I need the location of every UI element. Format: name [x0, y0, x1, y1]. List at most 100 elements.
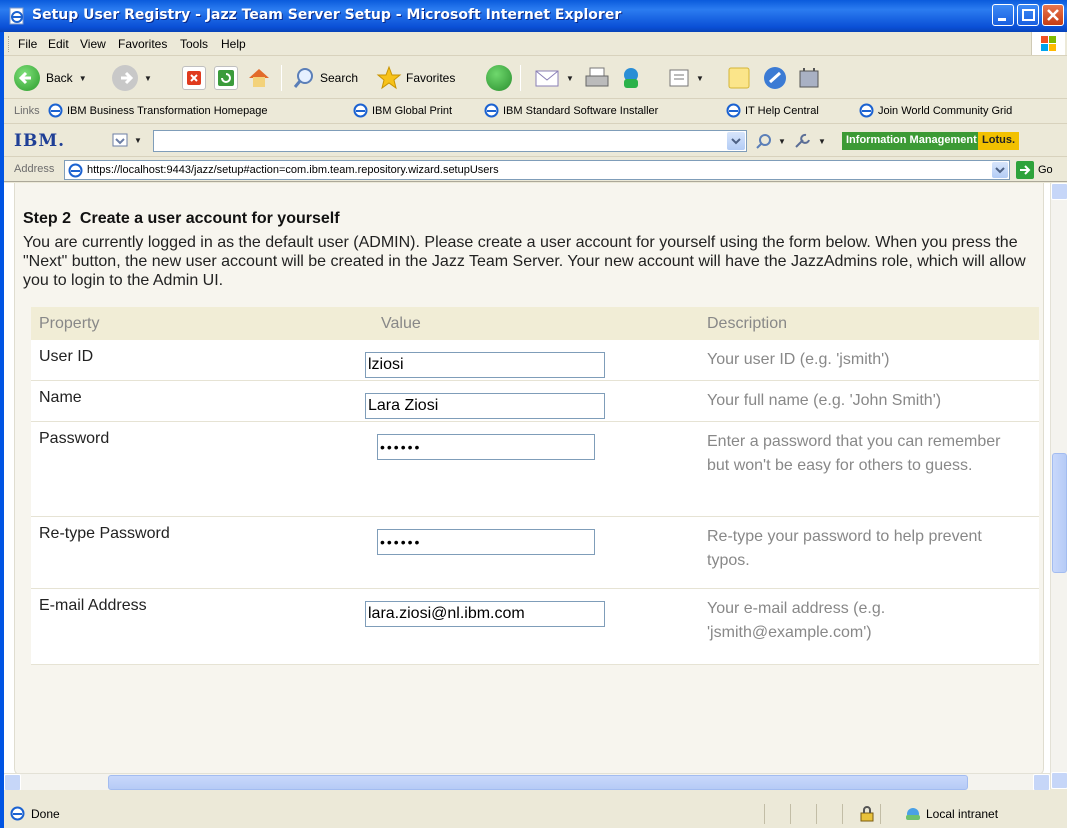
ibm-logo[interactable]: IBM. — [14, 131, 65, 151]
menu-view[interactable]: View — [80, 37, 106, 51]
messenger-button[interactable] — [618, 64, 644, 92]
title-bar[interactable]: Setup User Registry - Jazz Team Server S… — [0, 0, 1067, 32]
property-description: Re-type your password to help prevent ty… — [707, 528, 982, 569]
ibm-search-button[interactable]: ▼ — [756, 133, 786, 149]
ibm-toolbar: IBM. ▼ ▼ ▼ Information Management Lotus. — [4, 125, 1067, 157]
ibm-menu-icon — [112, 133, 128, 147]
status-divider — [842, 804, 843, 824]
menu-tools[interactable]: Tools — [180, 37, 208, 51]
edit-button[interactable]: ▼ — [668, 64, 704, 92]
history-button[interactable] — [486, 64, 512, 92]
link-ibm-standard-software-installer[interactable]: IBM Standard Software Installer — [484, 103, 658, 118]
chevron-down-icon[interactable] — [727, 132, 745, 150]
search-icon — [756, 134, 771, 149]
tag-information-management[interactable]: Information Management — [842, 132, 981, 150]
link-label: Join World Community Grid — [878, 104, 1013, 117]
row-user-id: User ID Your user ID (e.g. 'jsmith') — [31, 340, 1039, 381]
header-property: Property — [39, 315, 100, 332]
print-button[interactable] — [584, 64, 610, 92]
print-icon — [585, 67, 609, 87]
minimize-button[interactable] — [992, 4, 1014, 26]
page-viewport: Step 2 Create a user account for yoursel… — [4, 183, 1050, 773]
menu-help[interactable]: Help — [221, 37, 246, 51]
menu-bar: File Edit View Favorites Tools Help — [4, 32, 1067, 56]
status-divider — [880, 804, 881, 824]
scroll-up-button[interactable] — [1051, 183, 1067, 200]
scroll-right-button[interactable] — [1033, 774, 1050, 791]
forward-dropdown-icon[interactable]: ▼ — [144, 74, 152, 83]
table-header: Property Value Description — [31, 307, 1039, 340]
lock-icon[interactable] — [860, 806, 874, 825]
forward-button[interactable]: ▼ — [112, 64, 152, 92]
email-input[interactable] — [365, 601, 605, 627]
toolkit-button[interactable] — [796, 64, 822, 92]
back-dropdown-icon[interactable]: ▼ — [79, 74, 87, 83]
mail-dropdown-icon[interactable]: ▼ — [566, 74, 574, 83]
name-input[interactable] — [365, 393, 605, 419]
mail-button[interactable]: ▼ — [534, 64, 574, 92]
stop-button[interactable] — [182, 64, 206, 92]
menu-favorites[interactable]: Favorites — [118, 37, 167, 51]
home-button[interactable] — [246, 64, 272, 92]
link-join-world-community-grid[interactable]: Join World Community Grid — [859, 103, 1012, 118]
property-label: Password — [39, 430, 110, 447]
status-text: Done — [31, 806, 60, 821]
ie-page-icon — [10, 806, 25, 821]
favorites-button[interactable]: Favorites — [376, 64, 455, 92]
property-description: Your full name (e.g. 'John Smith') — [707, 392, 942, 409]
edit-dropdown-icon[interactable]: ▼ — [696, 74, 704, 83]
horizontal-scroll-thumb[interactable] — [108, 775, 968, 790]
scroll-down-button[interactable] — [1051, 772, 1067, 789]
property-label: Re-type Password — [39, 525, 170, 542]
row-retype-password: Re-type Password Re-type your password t… — [31, 517, 1039, 589]
maximize-button[interactable] — [1017, 4, 1039, 26]
tag-lotus[interactable]: Lotus. — [978, 132, 1019, 150]
address-bar: Address https://localhost:9443/jazz/setu… — [4, 158, 1067, 182]
search-button[interactable]: Search — [292, 64, 358, 92]
user-id-input[interactable] — [365, 352, 605, 378]
close-button[interactable] — [1042, 4, 1064, 26]
password-input[interactable] — [377, 434, 595, 460]
zone-label: Local intranet — [926, 807, 999, 821]
favorites-star-icon — [376, 65, 402, 90]
horizontal-scrollbar[interactable] — [4, 773, 1050, 791]
address-input[interactable]: https://localhost:9443/jazz/setup#action… — [64, 160, 1010, 180]
maximize-icon — [1022, 9, 1035, 21]
vertical-scrollbar[interactable] — [1050, 183, 1067, 789]
ibm-menu-button[interactable]: ▼ — [112, 132, 142, 148]
notes-button[interactable] — [726, 64, 752, 92]
ibm-tools-button[interactable]: ▼ — [794, 133, 826, 149]
property-label: Name — [39, 389, 82, 406]
tools-dropdown-icon: ▼ — [818, 136, 826, 146]
go-button[interactable]: Go — [1016, 161, 1053, 179]
link-ibm-business-transformation[interactable]: IBM Business Transformation Homepage — [48, 103, 268, 118]
row-email: E-mail Address Your e-mail address (e.g.… — [31, 589, 1039, 665]
mail-icon — [535, 70, 559, 87]
ibm-search-combo[interactable] — [153, 130, 747, 152]
ie-link-icon — [484, 103, 499, 118]
back-button[interactable]: Back ▼ — [14, 64, 87, 92]
search-label: Search — [320, 71, 359, 85]
retype-password-input[interactable] — [377, 529, 595, 555]
menu-file[interactable]: File — [18, 37, 37, 51]
vertical-scroll-thumb[interactable] — [1052, 453, 1067, 573]
link-it-help-central[interactable]: IT Help Central — [726, 103, 819, 118]
step-number: Step 2 — [23, 210, 72, 227]
research-button[interactable] — [762, 64, 788, 92]
ie-page-icon — [68, 163, 83, 178]
refresh-button[interactable] — [214, 64, 238, 92]
toolbar-separator — [520, 65, 521, 91]
security-zone[interactable]: Local intranet — [904, 806, 998, 822]
ie-page-icon — [9, 7, 24, 25]
toolbar-grip[interactable] — [8, 36, 11, 52]
history-icon — [486, 65, 512, 91]
chevron-down-icon[interactable] — [992, 162, 1008, 178]
link-ibm-global-print[interactable]: IBM Global Print — [353, 103, 452, 118]
scroll-left-button[interactable] — [4, 774, 21, 791]
favorites-label: Favorites — [406, 71, 456, 85]
status-divider — [816, 804, 817, 824]
search-dropdown-icon: ▼ — [778, 136, 786, 146]
menu-edit[interactable]: Edit — [48, 37, 69, 51]
browser-window: Setup User Registry - Jazz Team Server S… — [0, 0, 1067, 828]
link-label: IBM Standard Software Installer — [503, 104, 659, 117]
